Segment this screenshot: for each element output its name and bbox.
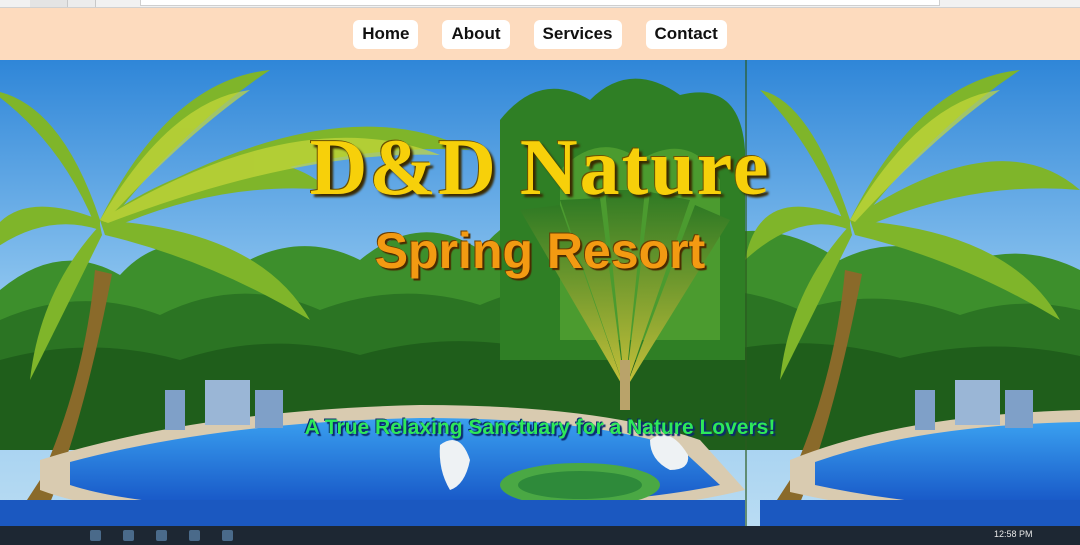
nav-about-button[interactable]: About — [442, 19, 510, 49]
hero-banner: D&D Nature Spring Resort A True Relaxing… — [0, 60, 1080, 526]
taskbar-app-icon[interactable] — [90, 530, 101, 541]
navbar: Home About Services Contact — [0, 8, 1080, 60]
browser-chrome — [0, 0, 1080, 8]
taskbar-app-icon[interactable] — [156, 530, 167, 541]
nav-contact-button[interactable]: Contact — [645, 19, 727, 49]
taskbar-app-icon[interactable] — [189, 530, 200, 541]
taskbar-icons — [90, 530, 233, 541]
taskbar-clock[interactable]: 12:58 PM — [994, 529, 1033, 539]
hero-title: D&D Nature — [309, 124, 771, 212]
hero-subtitle: Spring Resort — [374, 223, 706, 279]
browser-tab[interactable] — [68, 0, 96, 7]
hero-tagline: A True Relaxing Sanctuary for a Nature L… — [304, 416, 776, 439]
taskbar-app-icon[interactable] — [123, 530, 134, 541]
nav-home-button[interactable]: Home — [353, 19, 419, 49]
browser-tab[interactable] — [30, 0, 68, 7]
windows-taskbar: 12:58 PM — [0, 526, 1080, 545]
taskbar-app-icon[interactable] — [222, 530, 233, 541]
nav-services-button[interactable]: Services — [533, 19, 622, 49]
address-bar[interactable] — [140, 0, 940, 6]
